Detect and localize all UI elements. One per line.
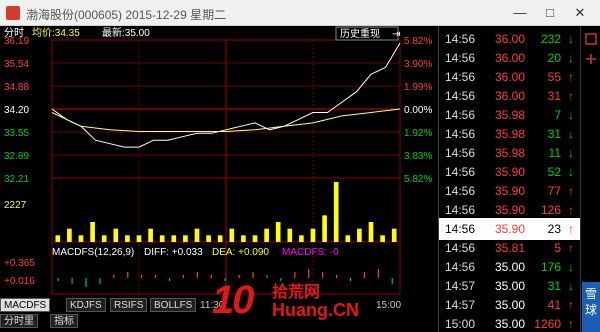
volume-bar xyxy=(148,228,153,242)
title-bar: 渤海股份(000605) 2015-12-29 星期二 — □ ✕ xyxy=(0,0,600,26)
window-title: 渤海股份(000605) 2015-12-29 星期二 xyxy=(26,8,227,22)
volume-tick-label: 2227 xyxy=(4,200,27,211)
macd-bar xyxy=(127,272,129,278)
volume-bar xyxy=(310,228,316,242)
pct-tick-label: 1.99% xyxy=(404,82,432,93)
exit-icon: ⇥ xyxy=(392,29,400,40)
arrow-up-icon: ↑ xyxy=(568,317,574,331)
price-tick-label: 33.55 xyxy=(4,128,29,139)
volume-bar xyxy=(241,235,246,242)
time-tick-label: 15:00 xyxy=(376,300,401,311)
volume-bar xyxy=(333,182,339,242)
macd-bar xyxy=(71,278,73,284)
ledger-row[interactable]: 15:00 35.00 1260 ↑ xyxy=(439,313,581,332)
volume-bar xyxy=(101,235,107,242)
pct-tick-label: 5.82% xyxy=(404,174,432,185)
volume-bar xyxy=(55,235,61,242)
xueqiu-button[interactable]: 雪球 xyxy=(582,282,600,332)
watermark-url: Huang.CN xyxy=(272,300,359,320)
volume-bar xyxy=(125,235,130,242)
macd-bar xyxy=(85,278,87,287)
volume-bar xyxy=(217,235,223,242)
indicator-tabs: MACDFS KDJFS RSIFS BOLLFS 分时里 指标 xyxy=(0,294,238,332)
latest-price-text: 最新:35.00 xyxy=(102,26,150,39)
volume-bar xyxy=(345,235,351,242)
macd-tick-label: +0.365 xyxy=(4,258,35,269)
volume-bar xyxy=(136,235,142,242)
macd-bar xyxy=(99,278,101,284)
tab-kdjfs[interactable]: KDJFS xyxy=(66,298,106,312)
volume-bar xyxy=(113,228,119,242)
history-button-label: 历史重现 xyxy=(340,27,380,40)
macd-params: MACDFS(12,26,9) xyxy=(52,247,134,258)
avg-price-text: 均价:34.35 xyxy=(32,27,80,39)
volume-bar xyxy=(78,235,84,242)
volume-bar xyxy=(206,235,211,242)
volume-bar xyxy=(67,228,72,242)
watermark-cn: 拾荒网 xyxy=(272,284,321,301)
volume-bar xyxy=(90,222,95,242)
pct-tick-label: 0.00% xyxy=(404,105,432,116)
volume-bar xyxy=(252,235,258,242)
volume-bar xyxy=(264,228,269,242)
pct-tick-label: 3.83% xyxy=(404,151,432,162)
minimize-button[interactable]: — xyxy=(506,2,534,24)
macd-value: MACDFS: -0 xyxy=(282,247,339,258)
volume-bar xyxy=(275,222,281,242)
macd-bar xyxy=(196,272,198,278)
tab-rsifs[interactable]: RSIFS xyxy=(110,298,148,312)
close-button[interactable]: ✕ xyxy=(566,2,594,24)
volume-bar xyxy=(299,235,304,242)
tab-bollfs[interactable]: BOLLFS xyxy=(150,298,197,312)
volume-bar xyxy=(368,222,374,242)
price-tick-label: 32.89 xyxy=(4,151,29,162)
tab-分时里[interactable]: 分时里 xyxy=(0,314,38,328)
volume-bar xyxy=(171,235,177,242)
macd-bar xyxy=(141,275,143,278)
price-tick-label: 34.88 xyxy=(4,82,29,93)
volume-bar xyxy=(159,235,165,242)
macd-bar xyxy=(377,269,379,278)
ledger-price: 35.00 xyxy=(494,317,525,331)
macd-bar xyxy=(182,275,185,278)
macd-bar xyxy=(113,275,115,278)
tick-ledger[interactable]: 14:56 36.00 232 ↓ 14:56 36.00 20 ↓ 14:56 36.00 55 ↑… xyxy=(438,26,581,332)
volume-bar xyxy=(357,228,362,242)
volume-bar xyxy=(183,235,188,242)
pct-tick-label: 3.90% xyxy=(404,59,432,70)
pct-tick-label: 5.82% xyxy=(404,36,432,47)
app-icon xyxy=(6,6,20,20)
pct-tick-label: 1.92% xyxy=(404,128,432,139)
price-tick-label: 36.19 xyxy=(4,36,29,47)
macd-bar xyxy=(57,278,59,281)
tab-macdfs[interactable]: MACDFS xyxy=(0,298,51,312)
tab-指标[interactable]: 指标 xyxy=(50,314,78,328)
price-tick-label: 35.54 xyxy=(4,59,29,70)
macd-dea: DEA: +0.090 xyxy=(212,247,269,258)
red-square-icon[interactable] xyxy=(584,32,598,46)
macd-bar xyxy=(391,278,393,284)
macd-bar xyxy=(155,275,157,278)
ledger-time: 15:00 xyxy=(445,317,476,331)
macd-bar xyxy=(168,278,171,281)
volume-bar xyxy=(391,228,397,242)
volume-bar xyxy=(194,228,200,242)
macd-tick-label: +0.016 xyxy=(4,276,35,287)
xueqiu-label: 雪球 xyxy=(584,287,597,317)
add-icon[interactable] xyxy=(584,52,598,66)
price-tick-label: 32.21 xyxy=(4,174,29,185)
volume-bar xyxy=(322,215,327,242)
maximize-button[interactable]: □ xyxy=(536,2,564,24)
price-tick-label: 34.20 xyxy=(4,105,29,116)
volume-bar xyxy=(229,228,235,242)
main-content: 分时 均价:34.35 最新:35.00 历史重现 ⇥ 36.19 35.54 34.88 34… xyxy=(0,26,600,332)
macd-diff: DIFF: +0.033 xyxy=(144,247,203,258)
volume-bar xyxy=(380,235,385,242)
ledger-volume: 1260 xyxy=(534,317,561,331)
volume-bar xyxy=(287,228,293,242)
